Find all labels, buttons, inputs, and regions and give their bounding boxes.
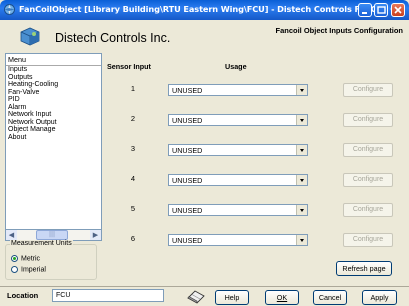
- sensor-number: 4: [130, 174, 136, 183]
- metric-radio[interactable]: Metric: [11, 255, 40, 262]
- refresh-page-button[interactable]: Refresh page: [336, 261, 392, 276]
- menu-item-outputs[interactable]: Outputs: [6, 74, 101, 82]
- menu-item-object-manage[interactable]: Object Manage: [6, 126, 101, 134]
- maximize-button[interactable]: [374, 3, 388, 17]
- maximize-icon: [377, 6, 386, 14]
- imperial-radio[interactable]: Imperial: [11, 266, 46, 273]
- measurement-units-group: Measurement Units Metric Imperial: [5, 240, 97, 280]
- help-button[interactable]: Help: [215, 290, 249, 305]
- chevron-down-icon[interactable]: [296, 85, 307, 95]
- bottom-divider: [0, 286, 409, 287]
- menu-item-network-output[interactable]: Network Output: [6, 119, 101, 127]
- menu-item-alarm[interactable]: Alarm: [6, 104, 101, 112]
- usage-select-5[interactable]: UNUSED: [168, 204, 308, 216]
- radio-unselected-icon[interactable]: [11, 266, 18, 273]
- company-logo-icon: [20, 27, 40, 46]
- cancel-button[interactable]: Cancel: [313, 290, 347, 305]
- usage-value: UNUSED: [172, 206, 203, 215]
- usage-value: UNUSED: [172, 86, 203, 95]
- chevron-down-icon[interactable]: [296, 205, 307, 215]
- close-icon: [394, 6, 402, 14]
- measurement-units-legend: Measurement Units: [10, 240, 73, 247]
- chevron-down-icon[interactable]: [296, 175, 307, 185]
- title-bar[interactable]: FanCoilObject [Library Building\RTU East…: [0, 0, 409, 20]
- sensor-number: 1: [130, 84, 136, 93]
- location-field[interactable]: FCU: [52, 289, 164, 302]
- ok-button[interactable]: OK: [265, 290, 299, 305]
- usage-value: UNUSED: [172, 176, 203, 185]
- minimize-icon: [362, 12, 367, 14]
- usage-select-3[interactable]: UNUSED: [168, 144, 308, 156]
- scroll-thumb[interactable]: |||: [36, 230, 68, 240]
- page-title: Fancoil Object Inputs Configuration: [275, 26, 404, 35]
- configure-button-6[interactable]: Configure: [343, 233, 393, 247]
- ok-label: OK: [276, 293, 288, 302]
- usage-value: UNUSED: [172, 146, 203, 155]
- chevron-down-icon[interactable]: [296, 235, 307, 245]
- menu-list[interactable]: Menu Inputs Outputs Heating-Cooling Fan-…: [5, 53, 102, 241]
- menu-item-pid[interactable]: PID: [6, 96, 101, 104]
- configure-button-1[interactable]: Configure: [343, 83, 393, 97]
- company-name: Distech Controls Inc.: [55, 31, 171, 45]
- usage-select-4[interactable]: UNUSED: [168, 174, 308, 186]
- sensor-number: 5: [130, 204, 136, 213]
- imperial-label: Imperial: [21, 266, 46, 274]
- sensor-input-header: Sensor Input: [107, 62, 151, 71]
- close-button[interactable]: [391, 3, 405, 17]
- menu-item-network-input[interactable]: Network Input: [6, 111, 101, 119]
- sensor-number: 2: [130, 114, 136, 123]
- configure-button-2[interactable]: Configure: [343, 113, 393, 127]
- menu-header: Menu: [6, 54, 101, 66]
- scroll-right-icon[interactable]: ▶: [90, 230, 101, 240]
- usage-value: UNUSED: [172, 116, 203, 125]
- configure-button-4[interactable]: Configure: [343, 173, 393, 187]
- chevron-down-icon[interactable]: [296, 145, 307, 155]
- app-icon: [4, 4, 15, 15]
- metric-label: Metric: [21, 255, 41, 263]
- usage-select-2[interactable]: UNUSED: [168, 114, 308, 126]
- header: Distech Controls Inc. Fancoil Object Inp…: [3, 20, 406, 50]
- usage-select-6[interactable]: UNUSED: [168, 234, 308, 246]
- radio-selected-icon[interactable]: [11, 255, 18, 262]
- configure-button-3[interactable]: Configure: [343, 143, 393, 157]
- location-label: Location: [7, 291, 39, 300]
- sensor-number: 6: [130, 234, 136, 243]
- usage-header: Usage: [225, 62, 247, 71]
- usage-select-1[interactable]: UNUSED: [168, 84, 308, 96]
- sensor-number: 3: [130, 144, 136, 153]
- menu-item-heating-cooling[interactable]: Heating-Cooling: [6, 81, 101, 89]
- apply-button[interactable]: Apply: [362, 290, 397, 305]
- menu-item-about[interactable]: About: [6, 134, 101, 142]
- usage-value: UNUSED: [172, 236, 203, 245]
- eraser-icon[interactable]: [186, 288, 206, 304]
- window-title: FanCoilObject [Library Building\RTU East…: [19, 4, 406, 14]
- scroll-left-icon[interactable]: ◀: [6, 230, 17, 240]
- menu-item-inputs[interactable]: Inputs: [6, 66, 101, 74]
- chevron-down-icon[interactable]: [296, 115, 307, 125]
- menu-item-fan-valve[interactable]: Fan-Valve: [6, 89, 101, 97]
- configure-button-5[interactable]: Configure: [343, 203, 393, 217]
- minimize-button[interactable]: [358, 3, 372, 17]
